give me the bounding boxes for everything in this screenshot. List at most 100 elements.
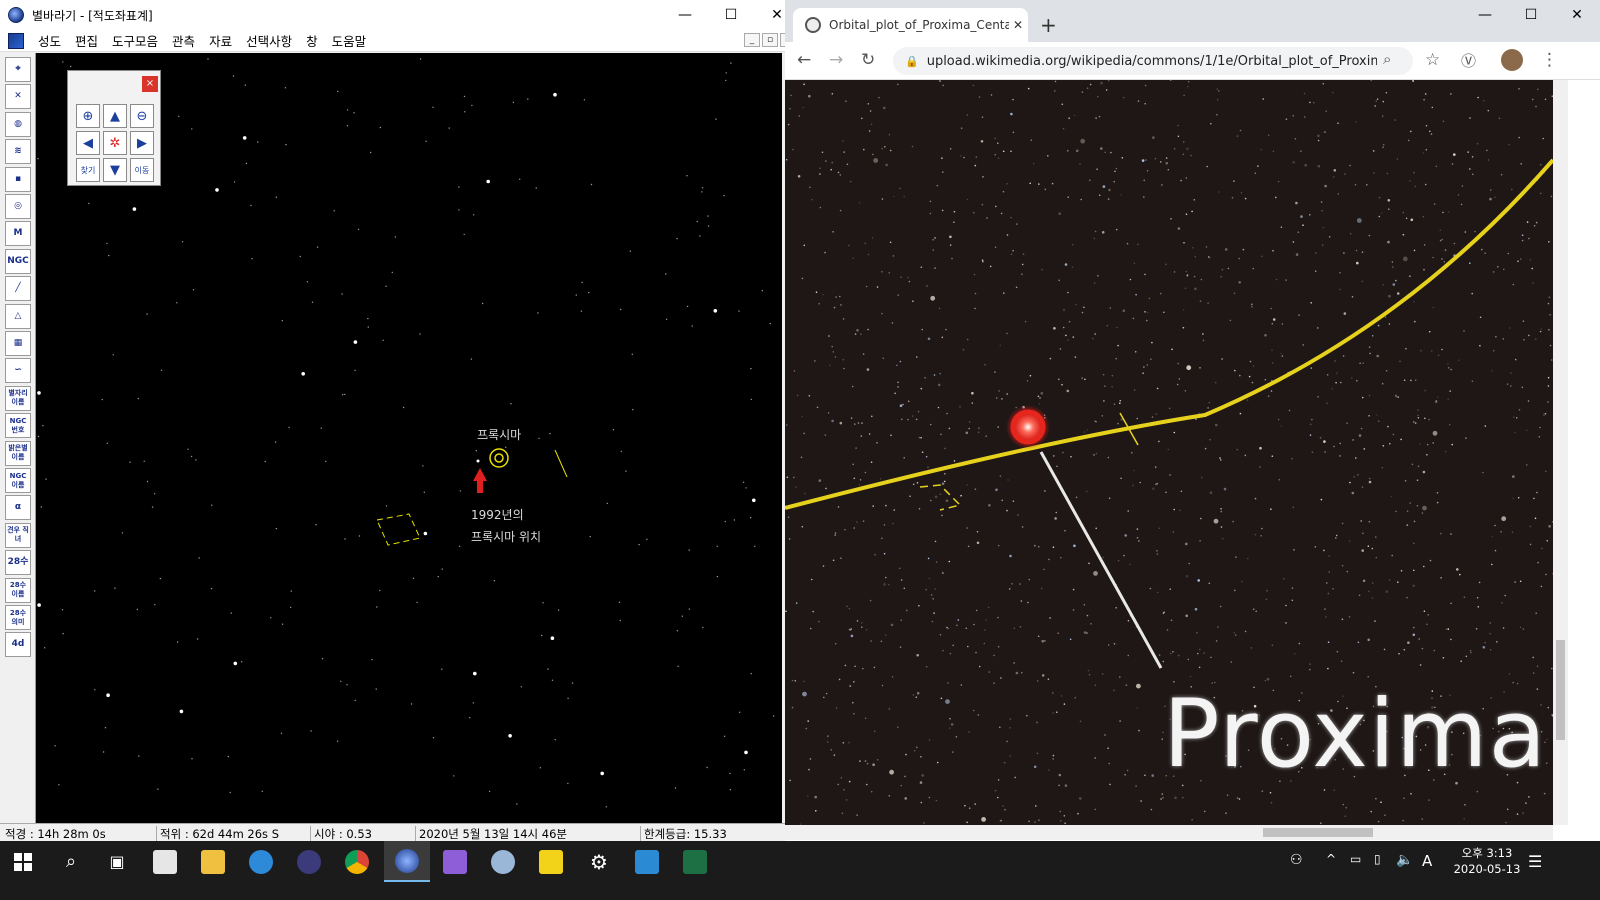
star: [1423, 565, 1425, 568]
menu-help[interactable]: 도움말: [332, 31, 367, 50]
star: [835, 707, 838, 709]
find-button[interactable]: 찾기: [76, 158, 100, 182]
menu-data[interactable]: 자료: [209, 31, 232, 50]
mdi-minimize-button[interactable]: _: [744, 33, 760, 47]
profile-avatar[interactable]: [1501, 49, 1523, 71]
tool-28-button[interactable]: 28수: [5, 550, 31, 576]
tool-constellation-button[interactable]: △: [5, 303, 31, 329]
maximize-button[interactable]: ☐: [708, 0, 754, 30]
star: [1460, 203, 1463, 206]
tool-cross-button[interactable]: ✕: [5, 84, 31, 110]
tool-galaxy-button[interactable]: ◎: [5, 194, 31, 219]
tool-alpha-button[interactable]: α: [5, 495, 31, 521]
tool-globe-button[interactable]: ◍: [5, 111, 31, 137]
taskbar-starmap[interactable]: [384, 841, 430, 882]
chevron-up-icon[interactable]: ^: [1326, 852, 1336, 866]
move-button[interactable]: 이동: [130, 158, 154, 182]
tool-cursor-button[interactable]: ⌖: [5, 57, 31, 82]
tool-bright-name-button[interactable]: 밝은별 이름: [5, 440, 31, 466]
address-bar[interactable]: 🔒 upload.wikimedia.org/wikipedia/commons…: [893, 47, 1413, 75]
taskbar-remote-desktop[interactable]: [624, 841, 670, 882]
star: [516, 803, 518, 805]
star: [1460, 660, 1462, 662]
star: [1108, 762, 1110, 765]
starmap-titlebar[interactable]: 별바라기 - [적도좌표계] — ☐ ✕: [0, 0, 800, 30]
bookmark-star-icon[interactable]: ☆: [1425, 50, 1440, 70]
taskbar-paint[interactable]: [480, 841, 526, 882]
forward-arrow-icon[interactable]: →: [829, 50, 843, 70]
center-button[interactable]: ✲: [103, 131, 127, 155]
ime-indicator[interactable]: A: [1422, 852, 1432, 870]
pan-up-button[interactable]: ▲: [103, 104, 127, 128]
pan-down-button[interactable]: ▼: [103, 158, 127, 182]
tool-messier-button[interactable]: M: [5, 221, 31, 247]
browser-maximize-button[interactable]: ☐: [1508, 0, 1554, 30]
reload-icon[interactable]: ↻: [861, 50, 875, 70]
tool-ngc-number-button[interactable]: NGC 번호: [5, 413, 31, 439]
star: [1233, 292, 1236, 295]
taskbar-clock[interactable]: 오후 3:13 2020-05-13: [1452, 845, 1522, 877]
battery-icon[interactable]: ▭: [1350, 852, 1361, 866]
extension-v-icon[interactable]: Ⓥ: [1461, 50, 1476, 71]
tool-star-name-button[interactable]: 별자리 이름: [5, 385, 31, 411]
tool-map-button[interactable]: ▦: [5, 331, 31, 356]
star: [973, 211, 975, 214]
network-icon[interactable]: ▯: [1374, 852, 1381, 866]
menu-toolbars[interactable]: 도구모음: [112, 31, 158, 50]
taskbar-visual-studio[interactable]: [432, 841, 478, 882]
minimize-button[interactable]: —: [662, 0, 708, 30]
tool-ngc-name-button[interactable]: NGC 이름: [5, 468, 31, 493]
notification-icon[interactable]: ☰: [1528, 852, 1542, 871]
tool-layers-button[interactable]: ≋: [5, 139, 31, 165]
menu-edit[interactable]: 편집: [75, 31, 98, 50]
pan-right-button[interactable]: ▶: [130, 131, 154, 155]
zoom-icon[interactable]: ⌕: [1383, 50, 1391, 68]
zoom-out-button[interactable]: ⊖: [130, 104, 154, 128]
new-tab-button[interactable]: +: [1040, 13, 1057, 37]
tool-milkyway-button[interactable]: ╱: [5, 276, 31, 302]
menu-dots-icon[interactable]: ⋮: [1541, 50, 1558, 70]
tool-starfield-button[interactable]: ▪: [5, 166, 31, 192]
menu-star-chart[interactable]: 성도: [38, 31, 61, 50]
tool-curve-button[interactable]: ∽: [5, 358, 31, 384]
star: [1027, 87, 1030, 90]
start-button[interactable]: [0, 841, 46, 882]
browser-minimize-button[interactable]: —: [1462, 0, 1508, 30]
tool-28-meaning-button[interactable]: 28수 의미: [5, 605, 31, 630]
horizontal-scrollbar[interactable]: [785, 825, 1553, 840]
taskbar-sticky-notes[interactable]: [528, 841, 574, 882]
star: [1003, 292, 1005, 294]
volume-icon[interactable]: 🔈: [1396, 852, 1413, 868]
taskbar-ie[interactable]: [238, 841, 284, 882]
vertical-scrollbar[interactable]: [1553, 80, 1568, 825]
menu-observe[interactable]: 관측: [172, 31, 195, 50]
mdi-restore-button[interactable]: ▫: [762, 33, 778, 47]
search-button[interactable]: ⌕: [48, 841, 94, 882]
pan-left-button[interactable]: ◀: [76, 131, 100, 155]
lock-icon[interactable]: 🔒: [905, 55, 919, 68]
tab-close-button[interactable]: ✕: [1013, 18, 1023, 32]
tool-cow-girl-button[interactable]: 견우 직녀: [5, 522, 31, 548]
nav-panel-close-button[interactable]: ×: [142, 76, 158, 92]
address-url[interactable]: upload.wikimedia.org/wikipedia/commons/1…: [927, 54, 1377, 69]
tool-ngc-button[interactable]: NGC: [5, 248, 31, 274]
taskbar-excel[interactable]: [672, 841, 718, 882]
image-viewer[interactable]: Proxima: [785, 80, 1553, 825]
taskbar-chrome[interactable]: [334, 841, 380, 882]
back-arrow-icon[interactable]: ←: [797, 50, 811, 70]
browser-tab[interactable]: Orbital_plot_of_Proxima_Centauri ✕: [793, 8, 1028, 42]
taskbar-eclipse[interactable]: [286, 841, 332, 882]
taskbar-explorer[interactable]: [190, 841, 236, 882]
tool-28-name-button[interactable]: 28수 이름: [5, 577, 31, 603]
zoom-in-button[interactable]: ⊕: [76, 104, 100, 128]
taskbar-office[interactable]: [142, 841, 188, 882]
menu-window[interactable]: 창: [306, 31, 318, 50]
task-view-button[interactable]: ▣: [94, 841, 140, 882]
tool-4d-button[interactable]: 4d: [5, 632, 31, 658]
star: [1342, 803, 1345, 806]
people-icon[interactable]: ⚇: [1290, 852, 1303, 868]
browser-close-button[interactable]: ✕: [1554, 0, 1600, 30]
mdi-doc-icon[interactable]: [8, 32, 24, 49]
taskbar-settings[interactable]: ⚙: [576, 841, 622, 882]
menu-options[interactable]: 선택사항: [246, 31, 292, 50]
